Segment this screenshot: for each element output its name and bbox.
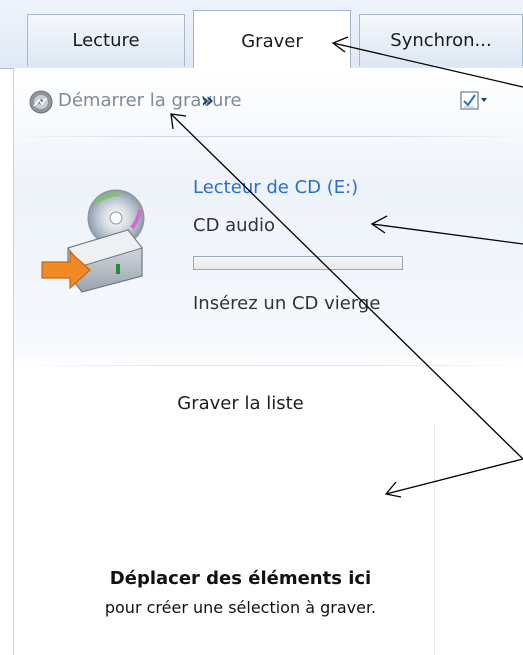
burn-list-title[interactable]: Graver la liste [13,393,468,414]
tab-synchroniser[interactable]: Synchron... [359,14,523,66]
tab-graver[interactable]: Graver [193,10,351,69]
drop-zone-subtitle: pour créer une sélection à graver. [104,598,377,617]
disc-status-label: Insérez un CD vierge [193,293,381,314]
burn-toolbar: Démarrer la gravure » [13,70,523,136]
drive-separator [13,365,523,366]
burn-pane [13,68,523,655]
list-options-icon[interactable] [460,90,488,112]
tab-lecture[interactable]: Lecture [27,14,185,66]
drive-name-link[interactable]: Lecteur de CD (E:) [193,177,358,198]
disc-type-label: CD audio [193,215,276,236]
burn-progress-bar [193,256,403,270]
tab-bar: Lecture Graver Synchron... [0,0,523,69]
cd-drive-icon [41,189,145,293]
more-commands-button[interactable]: » [201,88,214,112]
toolbar-separator [13,136,523,137]
drop-zone-title: Déplacer des éléments ici [109,568,372,589]
list-divider [434,425,435,655]
start-burn-button[interactable]: Démarrer la gravure [58,90,242,111]
disc-burn-icon[interactable] [29,90,53,114]
